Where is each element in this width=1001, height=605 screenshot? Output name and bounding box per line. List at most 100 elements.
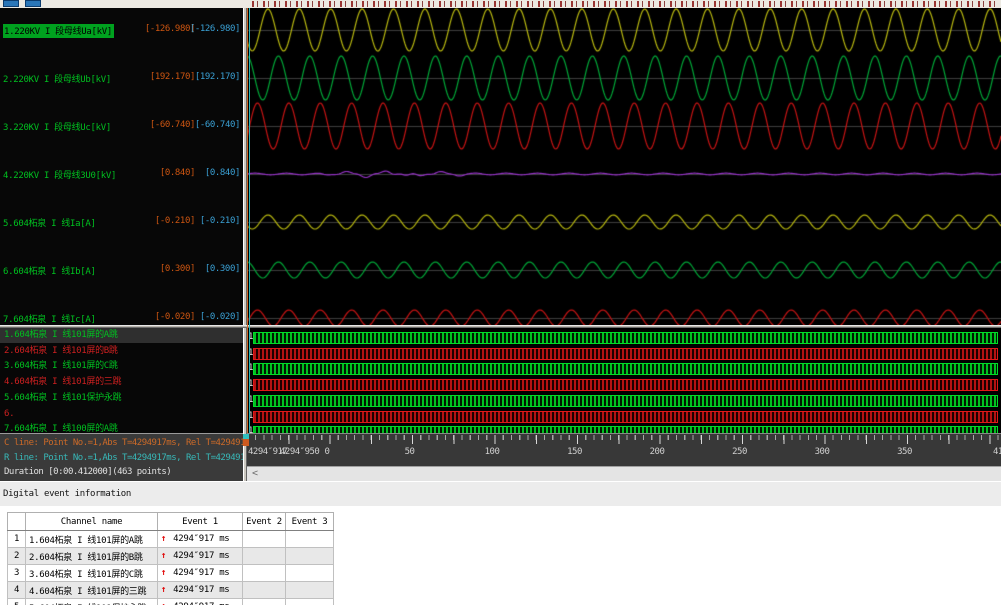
time-tick-label: 250 <box>732 447 747 457</box>
r-cursor-value: [-126.980] <box>190 24 240 34</box>
duration-status: Duration [0:00.412000](463 points) <box>4 467 171 477</box>
digital-trace-row[interactable]: 1 <box>247 425 1001 433</box>
digital-trace-row[interactable]: 1 <box>247 394 1001 408</box>
c-cursor-value: [192.170] <box>150 72 195 82</box>
digital-channel-label[interactable]: 1.604柘泉 I 线101屏的A跳 <box>0 328 243 343</box>
r-line-status: R line: Point No.=1,Abs T=4294917ms, Rel… <box>4 453 243 463</box>
r-cursor-value: [0.300] <box>205 264 240 274</box>
analog-channel-label[interactable]: 4.220KV I 段母线3U0[kV] <box>3 168 116 181</box>
time-axis[interactable]: 4294″917 4294″950 412 050100150200250300… <box>247 433 1001 466</box>
analog-channel-row[interactable]: 4.220KV I 段母线3U0[kV] [0.840] [0.840] <box>0 168 243 181</box>
time-tick-label: 100 <box>485 447 500 457</box>
horizontal-scrollbar[interactable]: < <box>247 466 1001 481</box>
analog-channel-row[interactable]: 1.220KV I 段母线Ua[kV] [-126.980][-126.980] <box>0 24 243 37</box>
event-row-number: 2 <box>8 548 26 565</box>
analog-channel-row[interactable]: 2.220KV I 段母线Ub[kV] [192.170][192.170] <box>0 72 243 85</box>
analog-channel-label[interactable]: 7.604柘泉 I 线Ic[A] <box>3 312 96 325</box>
analog-channel-label[interactable]: 5.604柘泉 I 线Ia[A] <box>3 216 96 229</box>
r-cursor-time-label: 4294″950 <box>280 447 319 457</box>
analog-channel-row[interactable]: 5.604柘泉 I 线Ia[A] [-0.210] [-0.210] <box>0 216 243 229</box>
analog-channel-row[interactable]: 6.604柘泉 I 线Ib[A][0.300][0.300] <box>0 264 243 277</box>
event-table-header-cell: Event 3 <box>286 513 334 531</box>
digital-channel-label[interactable]: 3.604柘泉 I 线101屏的C跳 <box>0 359 243 374</box>
r-cursor-value: [-0.020] <box>200 312 240 322</box>
r-cursor-value: [-60.740] <box>195 120 240 130</box>
event-table-header-cell: Event 1 <box>158 513 243 531</box>
event3-cell <box>286 565 334 582</box>
event-table-row[interactable]: 33.604柘泉 I 线101屏的C跳↑4294″917 ms <box>8 565 334 582</box>
analog-channel-label[interactable]: 2.220KV I 段母线Ub[kV] <box>3 72 111 85</box>
event-row-number: 1 <box>8 531 26 548</box>
event1-cell: ↑4294″917 ms <box>158 582 243 599</box>
digital-trace-row[interactable]: 1 <box>247 410 1001 424</box>
analog-channel-label[interactable]: 3.220KV I 段母线Uc[kV] <box>3 120 111 133</box>
event-table-header-cell: Channel name <box>26 513 158 531</box>
time-tick-label: 200 <box>650 447 665 457</box>
ruler-major-ticks <box>247 435 1001 444</box>
digital-channel-label[interactable]: 7.604柘泉 I 线100屏的A跳 <box>0 422 243 433</box>
digital-trace-row[interactable]: 1 <box>247 378 1001 392</box>
event-row-number: 4 <box>8 582 26 599</box>
app-window: 1.220KV I 段母线Ua[kV] [-126.980][-126.980] 2… <box>0 0 1001 605</box>
c-cursor-line[interactable] <box>247 8 248 433</box>
r-cursor-line[interactable] <box>249 8 250 433</box>
scroll-left-icon[interactable]: < <box>252 468 258 480</box>
event2-cell <box>243 582 286 599</box>
analog-channel-row[interactable]: 7.604柘泉 I 线Ic[A][-0.020][-0.020] <box>0 312 243 325</box>
rising-edge-icon: ↑ <box>161 585 166 595</box>
c-cursor-value: [0.840] <box>160 168 195 178</box>
analog-channel-row[interactable]: 3.220KV I 段母线Uc[kV] [-60.740][-60.740] <box>0 120 243 133</box>
event-table-row[interactable]: 44.604柘泉 I 线101屏的三跳↑4294″917 ms <box>8 582 334 599</box>
event3-cell <box>286 531 334 548</box>
digital-channel-label[interactable]: 6. <box>0 407 243 422</box>
digital-trace-area[interactable]: 1111111 <box>247 328 1001 433</box>
event-table-row[interactable]: 11.604柘泉 I 线101屏的A跳↑4294″917 ms <box>8 531 334 548</box>
rising-edge-icon: ↑ <box>161 534 166 544</box>
time-tick-label: 150 <box>567 447 582 457</box>
digital-state-bar <box>253 411 998 423</box>
event-table-header-cell <box>8 513 26 531</box>
analog-waveform-area[interactable] <box>247 8 1001 325</box>
analog-channel-label[interactable]: 6.604柘泉 I 线Ib[A] <box>3 264 96 277</box>
event1-cell: ↑4294″917 ms <box>158 599 243 605</box>
event-channel-name: 5.604柘泉 I 线101保护永跳 <box>26 599 158 605</box>
c-cursor-value: [-126.980] <box>145 24 195 34</box>
digital-channel-label[interactable]: 2.604柘泉 I 线101屏的B跳 <box>0 344 243 359</box>
c-cursor-value: [-60.740] <box>150 120 195 130</box>
digital-event-table: Channel nameEvent 1Event 2Event 3 11.604… <box>7 512 334 605</box>
c-cursor-value: [-0.210] <box>155 216 195 226</box>
toolbar-button-2-icon[interactable] <box>25 0 41 7</box>
time-tick-label: 300 <box>815 447 830 457</box>
digital-channel-label[interactable]: 5.604柘泉 I 线101保护永跳 <box>0 391 243 406</box>
r-cursor-value: [0.840] <box>205 168 240 178</box>
event2-cell <box>243 548 286 565</box>
event-channel-name: 1.604柘泉 I 线101屏的A跳 <box>26 531 158 548</box>
digital-channel-list: 1.604柘泉 I 线101屏的A跳2.604柘泉 I 线101屏的B跳3.60… <box>0 328 243 433</box>
event-table-body: 11.604柘泉 I 线101屏的A跳↑4294″917 ms22.604柘泉 … <box>8 531 334 605</box>
digital-state-bar <box>253 426 998 433</box>
event-table-panel: Channel nameEvent 1Event 2Event 3 11.604… <box>0 506 1001 605</box>
event1-cell: ↑4294″917 ms <box>158 531 243 548</box>
c-cursor-marker[interactable] <box>243 439 249 446</box>
digital-trace-row[interactable]: 1 <box>247 331 1001 345</box>
event-table-head: Channel nameEvent 1Event 2Event 3 <box>8 513 334 531</box>
event1-cell: ↑4294″917 ms <box>158 548 243 565</box>
rising-edge-icon: ↑ <box>161 568 166 578</box>
digital-event-section-header: Digital event information <box>0 481 1001 506</box>
digital-trace-row[interactable]: 1 <box>247 347 1001 361</box>
event-table-row[interactable]: 55.604柘泉 I 线101保护永跳↑4294″917 ms <box>8 599 334 605</box>
digital-channel-label[interactable]: 4.604柘泉 I 线101屏的三跳 <box>0 375 243 390</box>
r-cursor-value: [192.170] <box>195 72 240 82</box>
waveform-canvas[interactable] <box>247 8 1001 325</box>
digital-event-title: Digital event information <box>3 489 131 499</box>
r-cursor-value: [-0.210] <box>200 216 240 226</box>
cropped-title-text <box>252 1 999 7</box>
analog-channel-label[interactable]: 1.220KV I 段母线Ua[kV] <box>3 24 114 38</box>
event-row-number: 3 <box>8 565 26 582</box>
toolbar-button-1-icon[interactable] <box>3 0 19 7</box>
time-tick-label: 0 <box>325 447 330 457</box>
axis-end-label: 412 <box>993 447 1001 457</box>
digital-trace-row[interactable]: 1 <box>247 362 1001 376</box>
cursor-status-panel: C line: Point No.=1,Abs T=4294917ms, Rel… <box>0 433 243 481</box>
event-table-row[interactable]: 22.604柘泉 I 线101屏的B跳↑4294″917 ms <box>8 548 334 565</box>
